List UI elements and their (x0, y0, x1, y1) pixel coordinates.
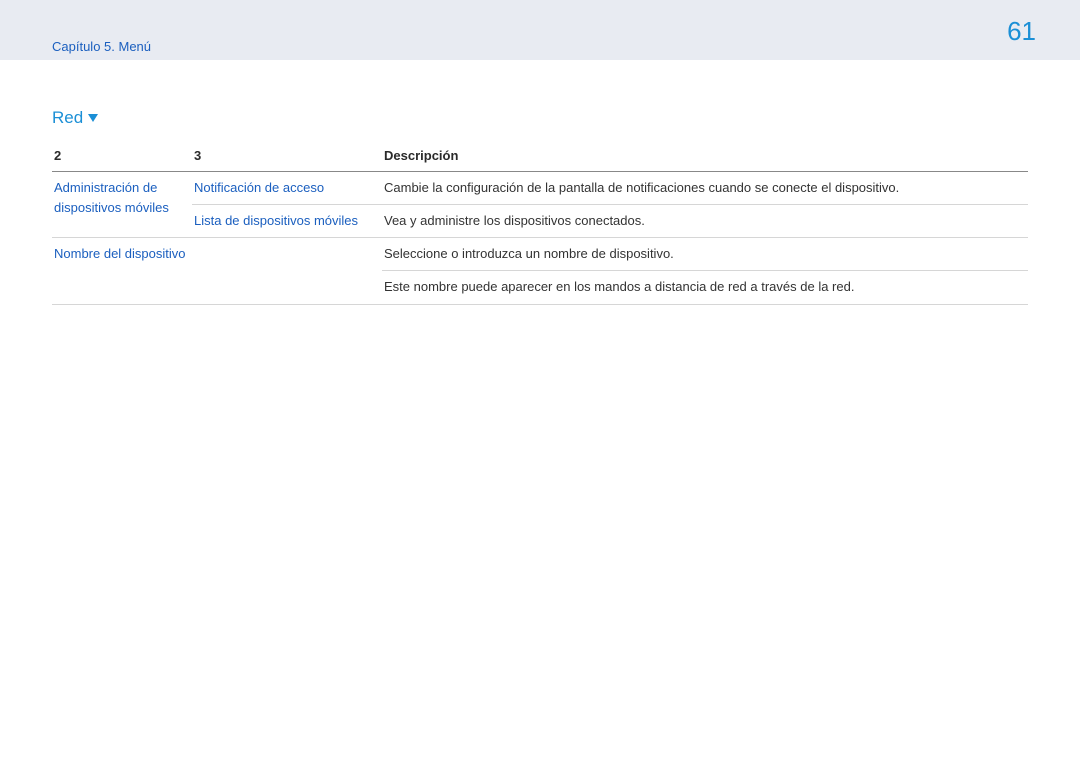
table-header-row: 2 3 Descripción (52, 142, 1028, 172)
col-header-desc: Descripción (382, 142, 1028, 172)
cell-device-name: Nombre del dispositivo (52, 238, 192, 304)
cell-desc-3a: Seleccione o introduzca un nombre de dis… (382, 238, 1028, 271)
col-header-2: 2 (52, 142, 192, 172)
col-header-3: 3 (192, 142, 382, 172)
cell-empty (192, 238, 382, 304)
page-header: Capítulo 5. Menú 61 (0, 0, 1080, 60)
cell-desc-2: Vea y administre los dispositivos conect… (382, 205, 1028, 238)
breadcrumb: Capítulo 5. Menú (52, 39, 151, 54)
menu-table: 2 3 Descripción Administración de dispos… (52, 142, 1028, 305)
page-number: 61 (1007, 16, 1036, 47)
section-title-text: Red (52, 108, 83, 128)
section-title: Red (52, 108, 1028, 128)
table-row: Administración de dispositivos móviles N… (52, 172, 1028, 205)
cell-desc-1: Cambie la configuración de la pantalla d… (382, 172, 1028, 205)
page-content: Red 2 3 Descripción Administración de di… (0, 60, 1080, 305)
cell-desc-3b: Este nombre puede aparecer en los mandos… (382, 271, 1028, 304)
table-row: Nombre del dispositivo Seleccione o intr… (52, 238, 1028, 271)
cell-mobile-device-list: Lista de dispositivos móviles (192, 205, 382, 238)
caret-down-icon (87, 108, 99, 128)
table-row: Lista de dispositivos móviles Vea y admi… (52, 205, 1028, 238)
cell-access-notification: Notificación de acceso (192, 172, 382, 205)
cell-admin-devices: Administración de dispositivos móviles (52, 172, 192, 238)
